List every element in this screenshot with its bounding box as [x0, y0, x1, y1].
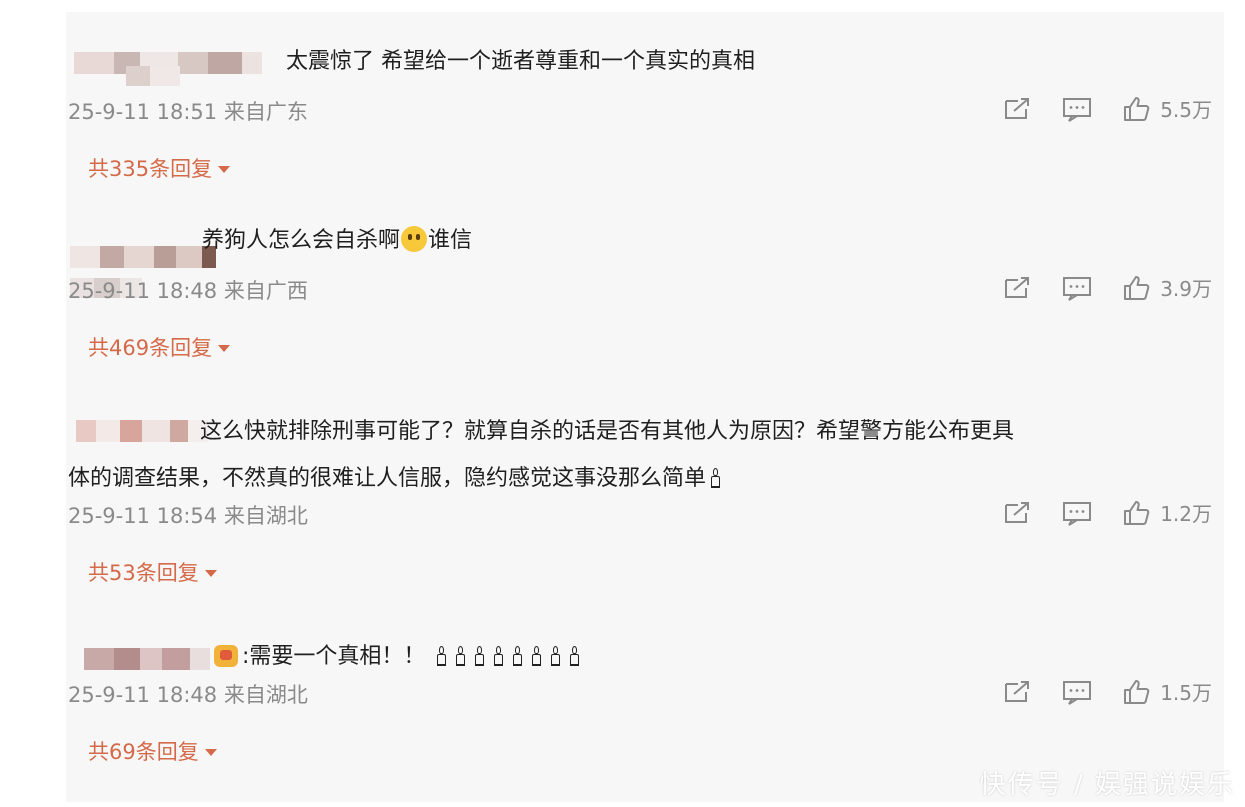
like-button[interactable]: 1.2万	[1122, 498, 1212, 527]
blurred-username[interactable]	[70, 246, 216, 268]
candle-emoji	[493, 646, 504, 666]
candle-emoji	[710, 468, 721, 488]
candle-emoji-row	[432, 644, 584, 669]
blurred-username[interactable]	[76, 420, 208, 442]
like-count: 1.2万	[1160, 502, 1212, 526]
candle-emoji	[569, 646, 580, 666]
view-replies-link[interactable]: 共69条回复	[88, 736, 217, 766]
comment-location: 来自广东	[223, 100, 308, 124]
share-button[interactable]	[1002, 96, 1032, 122]
share-button[interactable]	[1002, 500, 1032, 526]
thumbs-up-icon	[1124, 679, 1150, 704]
thumbs-up-icon	[1124, 500, 1150, 525]
caret-down-icon	[204, 748, 217, 756]
comment-button[interactable]	[1062, 275, 1092, 301]
reply-count: 共469条回复	[88, 336, 213, 360]
comment-icon	[1063, 97, 1092, 122]
like-button[interactable]: 3.9万	[1122, 273, 1212, 302]
thumbs-up-icon	[1124, 275, 1150, 300]
comment-text-part: 养狗人怎么会自杀啊	[202, 228, 401, 253]
comment-location: 来自湖北	[223, 683, 308, 707]
view-replies-link[interactable]: 共335条回复	[88, 153, 231, 183]
view-replies-link[interactable]: 共53条回复	[88, 557, 217, 587]
comment-actions: 5.5万	[972, 94, 1212, 123]
comment-button[interactable]	[1062, 500, 1092, 526]
comment-icon	[1063, 501, 1092, 526]
thumbs-up-icon	[1124, 96, 1150, 121]
comment-meta: 25-9-11 18:54 来自湖北	[68, 500, 308, 530]
avatar-badge-emoji	[214, 645, 238, 667]
comment-meta: 25-9-11 18:51 来自广东	[68, 96, 308, 126]
share-icon	[1005, 97, 1030, 119]
comment-text: 养狗人怎么会自杀啊 谁信	[202, 220, 472, 262]
comment-time: 25-9-11 18:54	[68, 504, 218, 528]
caret-down-icon	[204, 569, 217, 577]
reply-count: 共335条回复	[88, 157, 213, 181]
reply-count: 共53条回复	[88, 561, 199, 585]
comment-button[interactable]	[1062, 679, 1092, 705]
comment-time: 25-9-11 18:48	[68, 683, 218, 707]
comment-location: 来自广西	[223, 279, 308, 303]
comment-text-part: :需要一个真相！！	[242, 644, 426, 669]
share-icon	[1005, 501, 1030, 523]
blurred-username[interactable]	[84, 648, 210, 670]
like-count: 1.5万	[1160, 681, 1212, 705]
candle-emoji	[436, 646, 447, 666]
comment-icon	[1063, 276, 1092, 301]
caret-down-icon	[218, 344, 231, 352]
comment-text-line: 体的调查结果，不然真的很难让人信服，隐约感觉这事没那么简单	[68, 458, 725, 500]
comment-text-line: 这么快就排除刑事可能了？就算自杀的话是否有其他人为原因？希望警方能公布更具	[200, 419, 1015, 444]
comment-actions: 3.9万	[972, 273, 1212, 302]
comment-meta: 25-9-11 18:48 来自广西	[68, 275, 308, 305]
candle-emoji	[550, 646, 561, 666]
view-replies-link[interactable]: 共469条回复	[88, 332, 231, 362]
comment-time: 25-9-11 18:51	[68, 100, 218, 124]
comment-text-part: 谁信	[428, 228, 473, 253]
blurred-username-extra	[126, 66, 180, 86]
candle-emoji	[512, 646, 523, 666]
comment-list: 太震惊了 希望给一个逝者尊重和一个真实的真相 25-9-11 18:51 来自广…	[66, 12, 1224, 802]
caret-down-icon	[218, 165, 231, 173]
share-button[interactable]	[1002, 275, 1032, 301]
comment-actions: 1.2万	[972, 498, 1212, 527]
comment-actions: 1.5万	[972, 677, 1212, 706]
candle-emoji	[455, 646, 466, 666]
share-icon	[1005, 680, 1030, 702]
candle-emoji	[474, 646, 485, 666]
shocked-face-emoji	[401, 226, 428, 252]
like-count: 5.5万	[1160, 98, 1212, 122]
comment-text: 太震惊了 希望给一个逝者尊重和一个真实的真相	[286, 49, 755, 74]
reply-count: 共69条回复	[88, 740, 199, 764]
like-count: 3.9万	[1160, 277, 1212, 301]
candle-emoji	[531, 646, 542, 666]
share-icon	[1005, 276, 1030, 298]
like-button[interactable]: 1.5万	[1122, 677, 1212, 706]
comment-time: 25-9-11 18:48	[68, 279, 218, 303]
comment-meta: 25-9-11 18:48 来自湖北	[68, 679, 308, 709]
comment-text-part: 体的调查结果，不然真的很难让人信服，隐约感觉这事没那么简单	[68, 466, 707, 491]
watermark: 快传号 / 娱强说娱乐	[979, 770, 1235, 800]
comment-text: :需要一个真相！！	[214, 636, 584, 678]
comment-icon	[1063, 680, 1092, 705]
comment-button[interactable]	[1062, 96, 1092, 122]
share-button[interactable]	[1002, 679, 1032, 705]
comment-location: 来自湖北	[223, 504, 308, 528]
like-button[interactable]: 5.5万	[1122, 94, 1212, 123]
